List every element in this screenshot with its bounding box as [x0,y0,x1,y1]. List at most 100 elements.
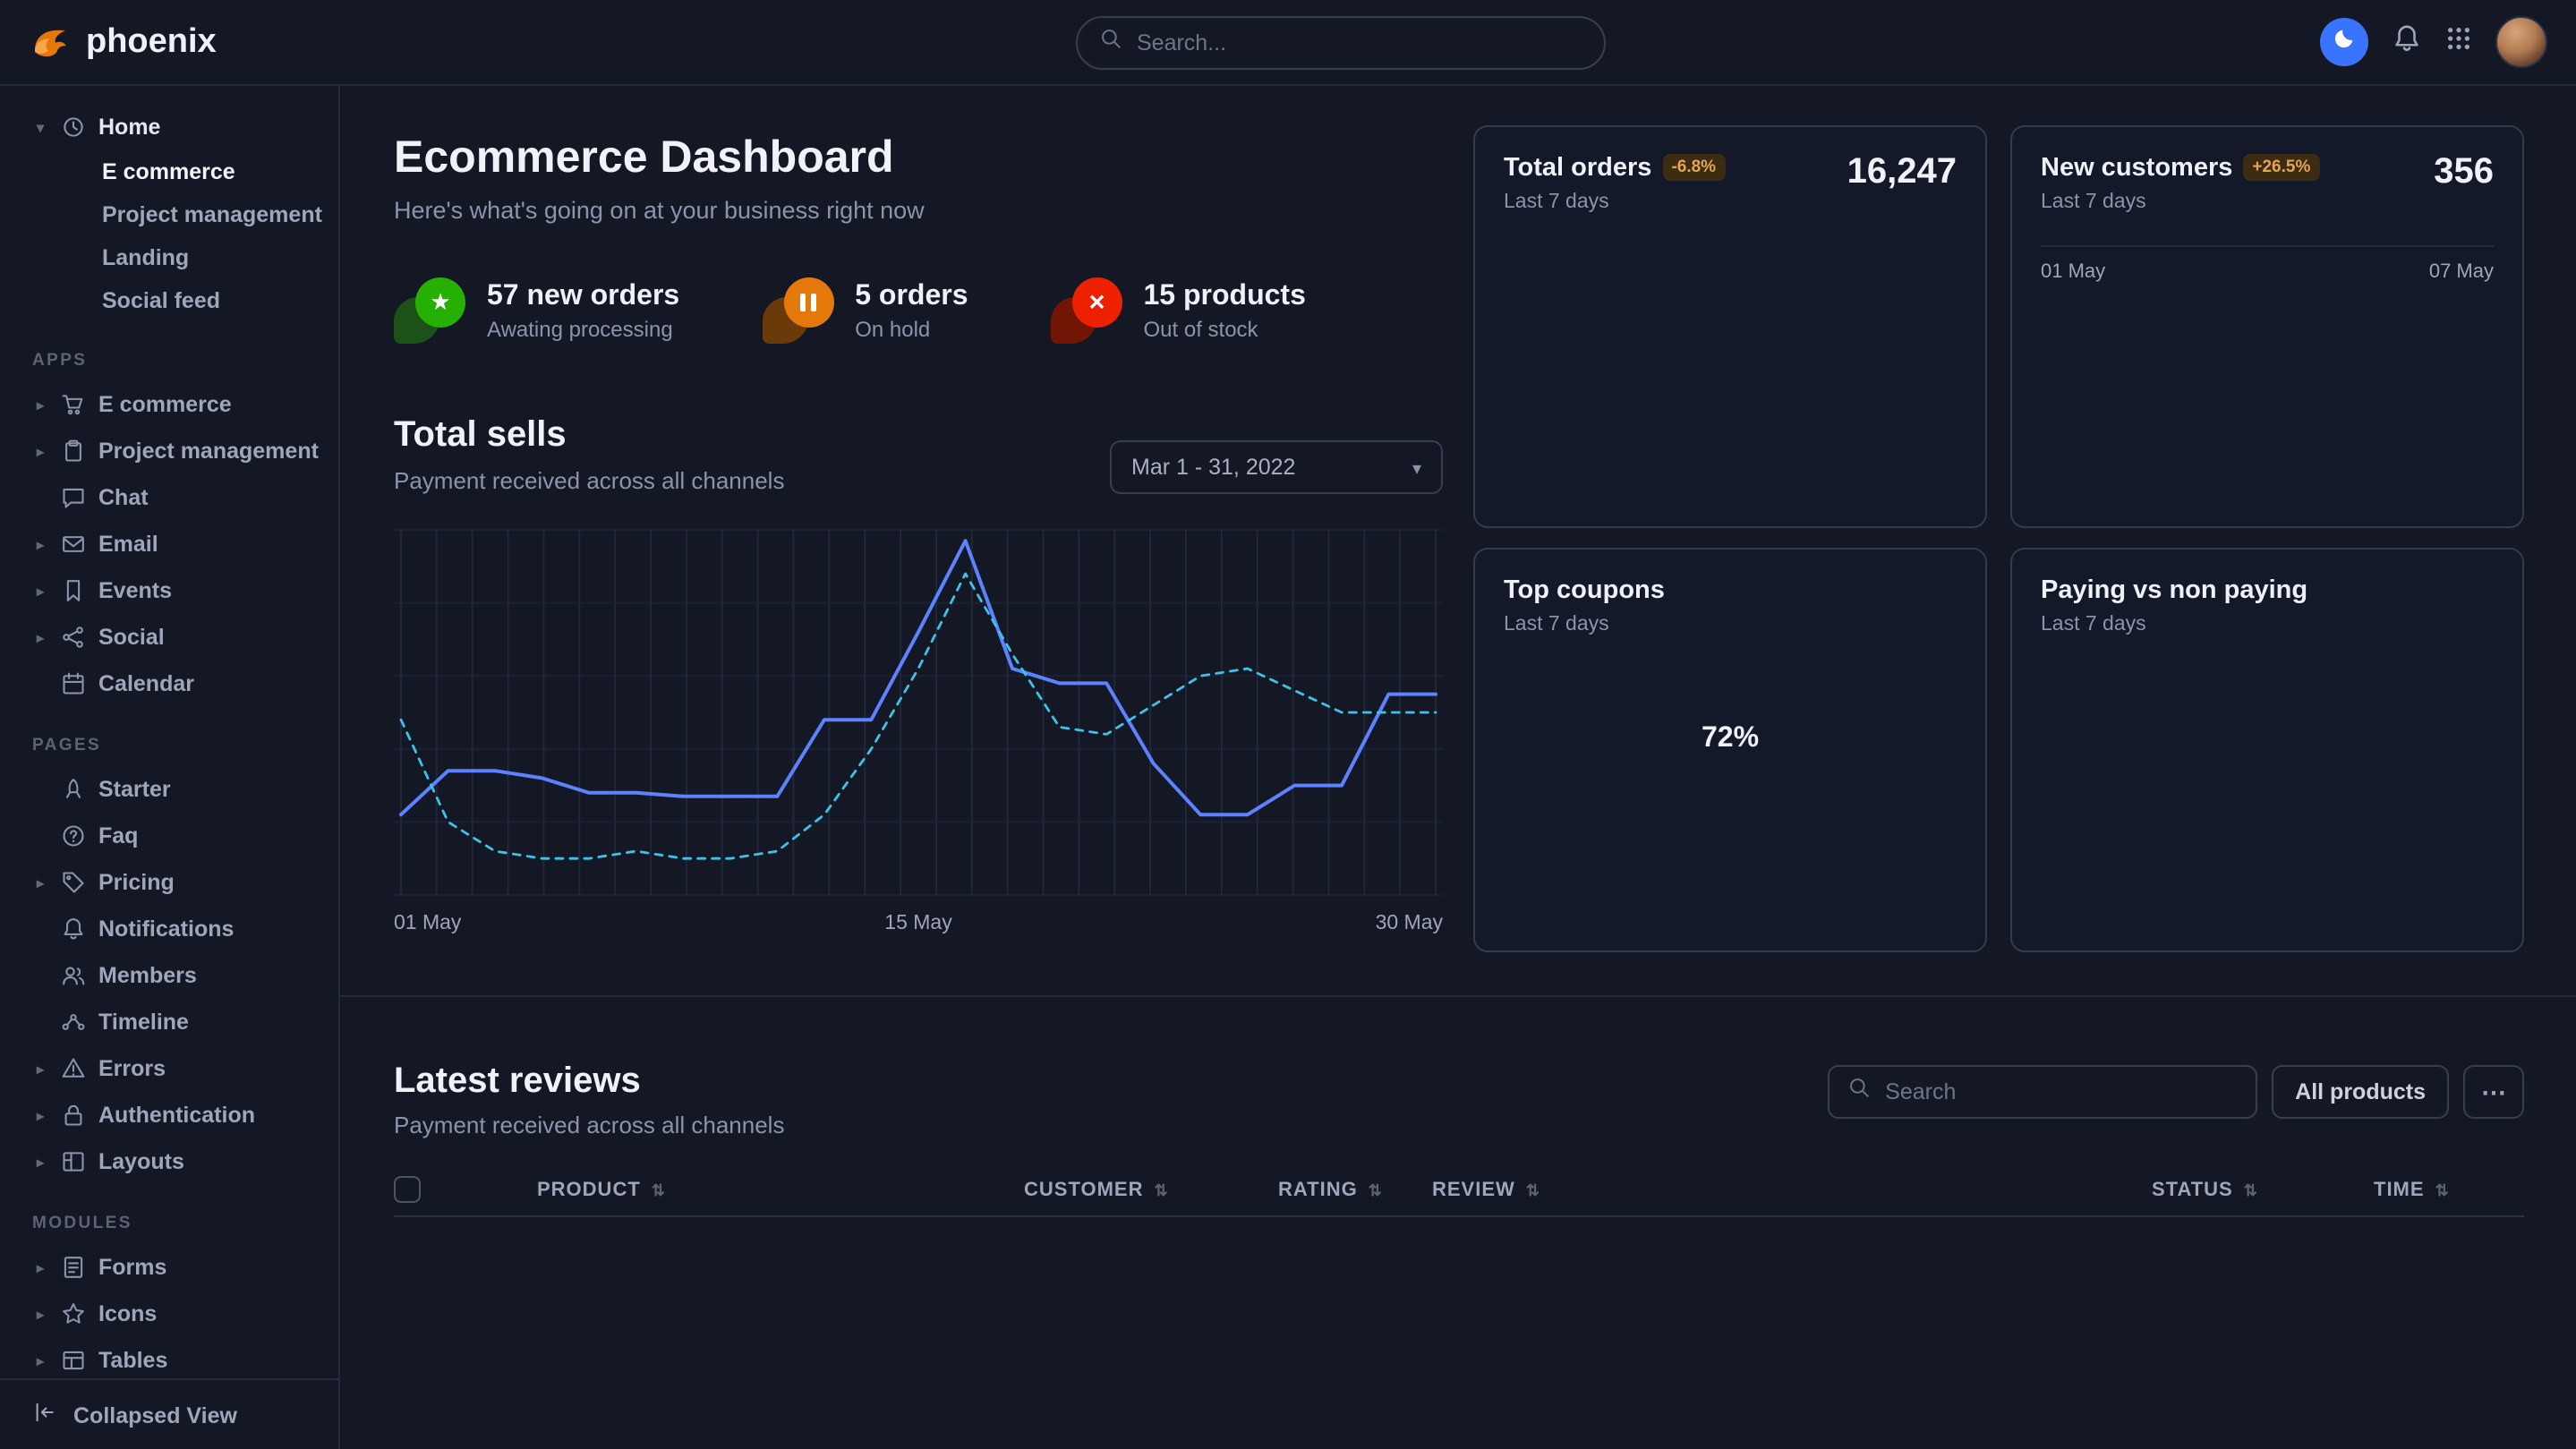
date-range-value: Mar 1 - 31, 2022 [1131,455,1295,480]
top-coupons-card: Top coupons Last 7 days 72% [1473,548,1987,952]
sidebar-item-social[interactable]: ▸Social [0,614,338,661]
sidebar-item-events[interactable]: ▸Events [0,567,338,614]
new-customers-x-axis: 01 May 07 May [2041,245,2494,283]
stat-value: 57 new orders [487,280,679,312]
total-orders-card: Total orders-6.8% Last 7 days 16,247 [1473,125,1987,528]
dashboard-left-column: Ecommerce Dashboard Here's what's going … [394,132,1443,934]
sidebar-item-label: Errors [98,1056,166,1081]
paying-vs-non-paying-card: Paying vs non paying Last 7 days [2010,548,2524,952]
card-period: Last 7 days [2041,614,2307,635]
sidebar-section-label: PAGES [32,736,338,755]
sort-icon [2432,1179,2450,1200]
sidebar-item-tables[interactable]: ▸Tables [0,1337,338,1384]
sidebar-item-label: E commerce [98,392,232,417]
sort-icon [1151,1179,1169,1200]
select-all-checkbox[interactable] [394,1176,421,1203]
sidebar-section-label: APPS [32,351,338,371]
column-header-time[interactable]: TIME [2374,1179,2524,1200]
star-icon [430,286,450,319]
sidebar-item-forms[interactable]: ▸Forms [0,1244,338,1291]
caret-right-icon: ▸ [32,1154,48,1170]
sidebar-subitem-project-management[interactable]: Project management [0,193,338,236]
sidebar-item-layouts[interactable]: ▸Layouts [0,1138,338,1185]
caret-right-icon: ▸ [32,1061,48,1077]
column-header-customer[interactable]: CUSTOMER [1024,1179,1278,1200]
mail-icon [61,532,86,557]
sort-icon [2240,1179,2258,1200]
sidebar-item-label: Timeline [98,1010,189,1035]
theme-toggle-button[interactable] [2320,18,2368,66]
caret-right-icon: ▸ [32,874,48,891]
top-navbar: phoenix [0,0,2576,86]
sidebar-item-timeline[interactable]: Timeline [0,999,338,1045]
sidebar-item-label: Notifications [98,916,234,942]
card-period: Last 7 days [1504,614,1665,635]
sidebar-item-chat[interactable]: Chat [0,474,338,521]
stat-new-orders: 57 new orders Awating processing [394,277,679,344]
axis-label: 15 May [884,913,951,934]
sidebar: ▾HomeE commerceProject managementLanding… [0,86,340,1449]
sidebar-item-calendar[interactable]: Calendar [0,661,338,707]
sidebar-item-label: Calendar [98,671,194,696]
users-icon [61,963,86,988]
user-avatar[interactable] [2495,16,2547,68]
sidebar-item-email[interactable]: ▸Email [0,521,338,567]
collapsed-view-toggle[interactable]: Collapsed View [0,1378,338,1449]
column-header-rating[interactable]: RATING [1278,1179,1432,1200]
total-sells-subtitle: Payment received across all channels [394,467,784,494]
reviews-search-input[interactable] [1885,1079,2238,1104]
caret-right-icon: ▸ [32,1306,48,1322]
sidebar-subitem-e-commerce[interactable]: E commerce [0,150,338,193]
column-header-review[interactable]: REVIEW [1432,1179,2152,1200]
total-sells-title: Total sells [394,415,784,456]
collapsed-view-label: Collapsed View [73,1402,237,1428]
sidebar-item-label: Home [98,115,160,140]
trend-badge: +26.5% [2243,154,2319,181]
sidebar-subitem-landing[interactable]: Landing [0,236,338,279]
sidebar-item-faq[interactable]: Faq [0,813,338,859]
sidebar-item-home[interactable]: ▾Home [0,104,338,150]
more-options-button[interactable]: ⋯ [2463,1065,2524,1119]
notifications-button[interactable] [2392,22,2422,62]
column-header-product[interactable]: PRODUCT [537,1179,1024,1200]
sidebar-item-errors[interactable]: ▸ Errors [0,1045,338,1092]
sidebar-item-members[interactable]: Members [0,952,338,999]
global-search-input[interactable] [1137,30,1582,55]
sidebar-subitem-social-feed[interactable]: Social feed [0,279,338,322]
brand[interactable]: phoenix [29,21,217,64]
date-range-select[interactable]: Mar 1 - 31, 2022 [1110,440,1443,494]
sidebar-item-project-management[interactable]: ▸Project management [0,428,338,474]
sidebar-item-icons[interactable]: ▸Icons [0,1291,338,1337]
card-value: 16,247 [1847,152,1957,193]
table-icon [61,1348,86,1373]
cart-icon [61,392,86,417]
sidebar-item-notifications[interactable]: Notifications [0,906,338,952]
axis-label: 01 May [394,913,461,934]
sidebar-item-starter[interactable]: Starter [0,766,338,813]
card-value: 356 [2434,152,2494,193]
sidebar-section-label: MODULES [32,1214,338,1233]
layout-icon [61,1149,86,1174]
card-period: Last 7 days [1504,192,1725,213]
sidebar-item-e-commerce[interactable]: ▸E commerce [0,381,338,428]
sidebar-item-pricing[interactable]: ▸Pricing [0,859,338,906]
page-subtitle: Here's what's going on at your business … [394,197,1443,224]
stat-value: 15 products [1144,280,1306,312]
calendar-icon [61,671,86,696]
card-period: Last 7 days [2041,192,2319,213]
all-products-button[interactable]: All products [2272,1065,2449,1119]
new-orders-icon [394,277,465,344]
moon-icon [2332,25,2357,59]
lock-icon [61,1103,86,1128]
apps-grid-button[interactable] [2445,24,2472,60]
sort-icon [648,1179,666,1200]
column-header-status[interactable]: STATUS [2152,1179,2374,1200]
sidebar-item-authentication[interactable]: ▸Authentication [0,1092,338,1138]
caret-right-icon: ▸ [32,583,48,599]
card-title: Paying vs non paying [2041,576,2307,605]
search-icon [1099,27,1122,59]
sidebar-item-label: Forms [98,1255,166,1280]
card-title: Total orders [1504,154,1651,183]
reviews-table-header: PRODUCT CUSTOMER RATING REVIEW STATUS TI… [394,1163,2524,1217]
page-title: Ecommerce Dashboard [394,132,1443,184]
